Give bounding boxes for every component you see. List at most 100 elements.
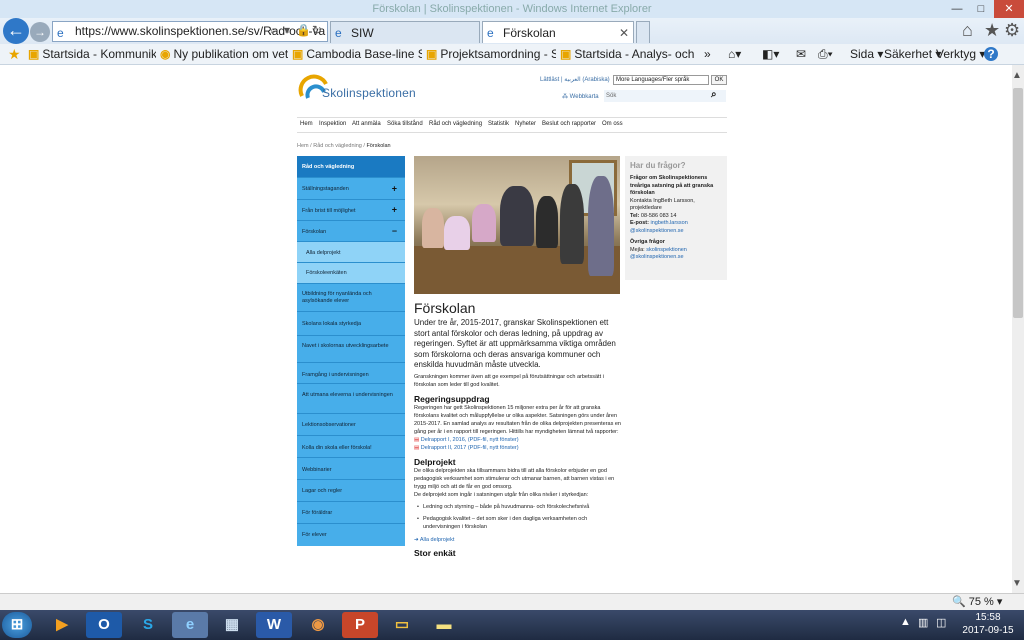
sidenav-item-framgang[interactable]: Framgång i undervisningen (297, 363, 405, 384)
sidenav-item-lokala-styrkedja[interactable]: Skolans lokala styrkedja (297, 312, 405, 336)
skype-icon[interactable]: S (130, 612, 166, 638)
maximize-icon[interactable]: □ (968, 0, 994, 18)
sidenav-item-utbildning-nyanlanda[interactable]: Utbildning för nyanlända och asylsökande… (297, 284, 405, 312)
refresh-icon[interactable]: ↻ (312, 23, 322, 37)
ok-button[interactable]: OK (711, 75, 727, 85)
sidenav-item-for-elever[interactable]: För elever (297, 524, 405, 546)
help-icon[interactable]: ? (984, 47, 998, 61)
sidenav-item-webbinarier[interactable]: Webbinarier (297, 458, 405, 480)
start-button-icon[interactable]: ⊞ (2, 612, 32, 638)
delprojekt-intro-list: De delprojekt som ingår i satsningen utg… (414, 491, 589, 498)
tab-siw[interactable]: e SIW (330, 21, 480, 43)
list-item: Ledning och styrning – både på huvudmann… (414, 503, 622, 511)
favorites-icon[interactable]: ★ (8, 44, 21, 64)
lock-icon[interactable]: 🔒 (296, 23, 311, 37)
outlook-icon[interactable]: O (86, 612, 122, 638)
minimize-icon[interactable]: — (944, 0, 970, 18)
child-figure (536, 196, 558, 248)
favorite-link[interactable]: ▣Cambodia Base-line Stud... (292, 44, 422, 64)
favorite-link[interactable]: ◉Ny publikation om vetens... (160, 44, 288, 64)
pdf-link-delrapport-1[interactable]: ▤ Delrapport I, 2016, (PDF-fil, nytt fön… (414, 436, 622, 444)
breadcrumb-home[interactable]: Hem (297, 143, 309, 149)
nav-att-anmala[interactable]: Att anmäla (352, 121, 381, 127)
search-icon[interactable]: ⌕ (270, 23, 277, 38)
sidenav-item-utmana-eleverna[interactable]: Att utmana eleverna i undervisningen (297, 384, 405, 414)
favorite-link[interactable]: ▣Projektsamordning - Start... (426, 44, 556, 64)
nav-soka-tillstand[interactable]: Söka tillstånd (387, 121, 423, 127)
site-logo-text[interactable]: Skolinspektionen (322, 86, 416, 100)
favorite-link[interactable]: ▣Startsida - Kommunikation (28, 44, 156, 64)
sidenav-item-fran-brist[interactable]: Från brist till möjlighet + (297, 200, 405, 221)
home-cmd-icon[interactable]: ⌂▾ (728, 44, 741, 64)
close-window-icon[interactable]: ✕ (994, 0, 1024, 18)
tab-forskolan[interactable]: e Förskolan ✕ (482, 21, 634, 43)
collapse-minus-icon[interactable]: – (392, 226, 397, 235)
file-explorer-icon[interactable]: ▭ (384, 612, 420, 638)
forward-button[interactable]: → (30, 22, 50, 42)
nav-inspektion[interactable]: Inspektion (319, 121, 346, 127)
scrollbar-thumb[interactable] (1013, 88, 1023, 318)
sidenav-sub-forskoleenkaten[interactable]: Förskoleenkäten (297, 263, 405, 284)
language-select[interactable]: More Languages/Fler språk (613, 75, 709, 85)
all-projects-link[interactable]: ➜ Alla delprojekt (414, 537, 622, 543)
sidenav-header[interactable]: Råd och vägledning (297, 156, 405, 178)
nav-beslut-och-rapporter[interactable]: Beslut och rapporter (542, 121, 596, 127)
main-content: Förskolan Under tre år, 2015-2017, grans… (414, 300, 622, 558)
safety-menu[interactable]: Säkerhet ▾ (884, 44, 941, 64)
ie-icon: e (487, 26, 494, 40)
word-icon[interactable]: W (256, 612, 292, 638)
home-icon[interactable]: ⌂ (962, 20, 973, 41)
scroll-down-icon[interactable]: ▼ (1012, 578, 1022, 589)
tray-arrow-icon[interactable]: ▲ (900, 616, 911, 628)
nav-hem[interactable]: Hem (300, 121, 313, 127)
more-chevron-icon[interactable]: » (704, 44, 711, 64)
sidenav-item-lagar-och-regler[interactable]: Lagar och regler (297, 480, 405, 502)
zoom-control[interactable]: 🔍 75 % ▾ (952, 594, 1002, 610)
media-player-icon[interactable]: ▶ (44, 612, 80, 638)
sidenav-item-for-foraldrar[interactable]: För föräldrar (297, 502, 405, 524)
sidenav-sub-alla-delprojekt[interactable]: Alla delprojekt (297, 242, 405, 263)
powerpoint-icon[interactable]: P (342, 612, 378, 638)
expand-plus-icon[interactable]: + (392, 205, 397, 214)
sidenav-item-lektionsobservationer[interactable]: Lektionsobservationer (297, 414, 405, 436)
pdf-link-delrapport-2[interactable]: ▤ Delrapport II, 2017 (PDF-fil, nytt fön… (414, 444, 622, 452)
search-icon[interactable]: ⌕ (711, 89, 717, 100)
print-icon[interactable]: ⎙▾ (818, 44, 833, 64)
expand-plus-icon[interactable]: + (392, 184, 397, 193)
nav-om-oss[interactable]: Om oss (602, 121, 623, 127)
language-links[interactable]: Lättläst | العربية (Arabiska) (540, 76, 610, 83)
new-tab-button[interactable] (636, 21, 650, 43)
breadcrumb-parent[interactable]: Råd och vägledning (313, 143, 362, 149)
close-tab-icon[interactable]: ✕ (619, 22, 629, 43)
sidenav-item-navet[interactable]: Navet i skolornas utvecklingsarbete (297, 336, 405, 363)
child-figure (444, 216, 470, 250)
nav-nyheter[interactable]: Nyheter (515, 121, 536, 127)
chrome-icon[interactable]: ◉ (300, 612, 336, 638)
tools-menu[interactable]: Verktyg ▾ (936, 44, 985, 64)
page-menu[interactable]: Sida ▾ (850, 44, 883, 64)
rss-icon[interactable]: ◧▾ (762, 44, 779, 64)
tray-app-icon[interactable]: ◫ (936, 616, 946, 629)
sidenav-item-forskolan[interactable]: Förskolan – (297, 221, 405, 242)
nav-rad-och-vagledning[interactable]: Råd och vägledning (429, 121, 482, 127)
tab-label: Förskolan (503, 26, 556, 40)
system-clock[interactable]: 15:58 2017-09-15 (958, 611, 1018, 637)
favorites-star-icon[interactable]: ★ (984, 20, 1000, 41)
settings-gear-icon[interactable]: ⚙ (1004, 20, 1020, 41)
pdf-icon: ▤ (414, 436, 420, 443)
sitemap-link[interactable]: ⁂ Webbkarta (562, 93, 599, 100)
calculator-icon[interactable]: ▦ (214, 612, 250, 638)
nav-statistik[interactable]: Statistik (488, 121, 509, 127)
network-icon[interactable]: ▥ (918, 616, 928, 629)
internet-explorer-icon[interactable]: e (172, 612, 208, 638)
mail-icon[interactable]: ✉ (796, 44, 806, 64)
dropdown-arrow-icon[interactable]: ▾ (284, 23, 290, 37)
intro-small-text: Granskningen kommer även att ge exempel … (414, 373, 604, 388)
sidenav-item-kolla-din-skola[interactable]: Kolla din skola eller förskola! (297, 436, 405, 458)
sticky-notes-icon[interactable]: ▬ (426, 612, 462, 638)
search-input[interactable]: Sök (604, 90, 726, 102)
scroll-up-icon[interactable]: ▲ (1012, 70, 1022, 81)
back-button[interactable]: ← (3, 18, 29, 44)
favorite-link[interactable]: ▣Startsida - Analys- och sta... (560, 44, 694, 64)
sidenav-item-stallningstaganden[interactable]: Ställningstaganden + (297, 178, 405, 200)
